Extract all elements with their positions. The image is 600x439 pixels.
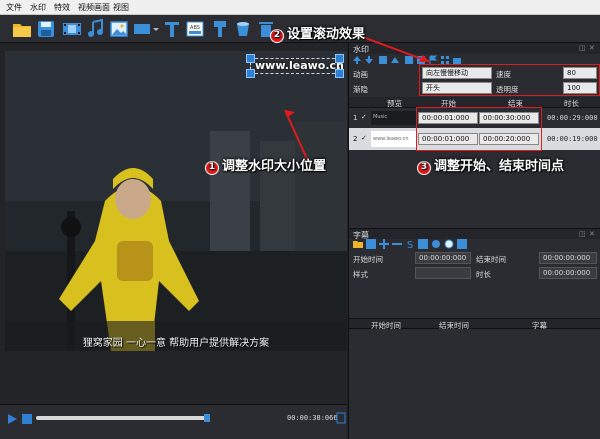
row-index: 1 <box>353 114 358 122</box>
svg-text:ABS: ABS <box>190 25 200 31</box>
add-icon[interactable] <box>379 239 389 249</box>
row-thumbnail: Music <box>371 111 417 125</box>
sub-end-label: 结束时间 <box>476 255 506 264</box>
brush-icon[interactable] <box>210 19 230 39</box>
folder-icon[interactable] <box>12 19 32 39</box>
sub-start-input[interactable]: 00:00:00:000 <box>415 252 471 264</box>
sub-duration-input[interactable]: 00:00:00:000 <box>539 267 597 279</box>
col-preview: 预览 <box>387 99 402 108</box>
menu-view[interactable]: 视图 <box>113 2 129 13</box>
menu-effects[interactable]: 特效 <box>54 2 70 13</box>
sub-end-input[interactable]: 00:00:00:000 <box>539 252 597 264</box>
row-checkbox[interactable]: ✓ <box>361 113 367 121</box>
font-icon[interactable] <box>418 239 428 249</box>
callout-1: 1 调整水印大小位置 <box>205 155 326 175</box>
ease-label: 渐隐 <box>353 85 368 94</box>
callout-2: 2 设置滚动效果 <box>270 23 365 43</box>
row-duration: 00:00:29:000 <box>547 114 598 122</box>
fullscreen-icon[interactable] <box>336 412 346 424</box>
row-checkbox[interactable]: ✓ <box>361 134 367 142</box>
import-icon[interactable] <box>457 239 467 249</box>
row-index: 2 <box>353 135 358 143</box>
video-frame-image <box>5 51 347 351</box>
video-preview[interactable]: www.leawo.cn 狸窝家园 一心一意 帮助用户提供解决方案 <box>5 51 347 351</box>
sub-style-select[interactable] <box>415 267 471 279</box>
resize-handle-bottom-right[interactable] <box>335 69 344 78</box>
bucket-icon[interactable] <box>233 19 253 39</box>
col-sub-text: 字幕 <box>532 321 547 330</box>
panel-close-icon[interactable]: ✕ <box>589 230 595 238</box>
remove-icon[interactable] <box>392 239 402 249</box>
highlight-box-scroll <box>419 64 600 96</box>
row-duration: 00:00:19:000 <box>547 135 598 143</box>
resize-handle-top-right[interactable] <box>335 54 344 63</box>
subtitle-panel-header: 字幕 ◫ ✕ <box>349 228 600 240</box>
stop-icon[interactable] <box>21 413 33 425</box>
panel-restore-icon[interactable]: ◫ <box>579 44 586 52</box>
menu-video[interactable]: 视频画面 <box>78 2 110 13</box>
menu-watermark[interactable]: 水印 <box>30 2 46 13</box>
col-duration: 时长 <box>564 99 579 108</box>
resize-handle-top-left[interactable] <box>246 54 255 63</box>
style-icon[interactable]: S <box>405 239 415 249</box>
watermark-text: www.leawo.cn <box>255 59 344 72</box>
music-icon[interactable] <box>86 19 106 39</box>
video-caption: 狸窝家园 一心一意 帮助用户提供解决方案 <box>82 338 270 349</box>
col-sub-start: 开始时间 <box>371 321 401 330</box>
callout-3: 3 调整开始、结束时间点 <box>417 155 564 175</box>
col-sub-end: 结束时间 <box>439 321 469 330</box>
text-icon[interactable] <box>162 19 182 39</box>
rectangle-icon[interactable] <box>132 19 160 39</box>
highlight-box-time <box>416 107 542 151</box>
folder-icon[interactable] <box>353 239 363 249</box>
anim-label: 动画 <box>353 70 368 79</box>
menu-bar: 文件 水印 特效 视频画面 视图 <box>0 0 600 15</box>
resize-handle-bottom-left[interactable] <box>246 69 255 78</box>
svg-text:S: S <box>407 240 413 249</box>
row-thumbnail: www.leawo.cn <box>371 131 417 147</box>
subtitle-icon[interactable]: ABS <box>185 19 205 39</box>
panel-close-icon[interactable]: ✕ <box>589 44 595 52</box>
image-icon[interactable] <box>109 19 129 39</box>
sub-duration-label: 时长 <box>476 270 491 279</box>
film-icon[interactable] <box>62 19 82 39</box>
settings-icon[interactable] <box>431 239 441 249</box>
right-panel: 水印 ◫ ✕ 动画 向左慢慢移动 速度 80 渐隐 开头 透明度 100 预览 … <box>348 43 600 439</box>
menu-file[interactable]: 文件 <box>6 2 22 13</box>
save-icon[interactable] <box>36 19 56 39</box>
progress-handle[interactable] <box>204 414 210 422</box>
playback-bar: 00:00:38:066 <box>0 404 347 439</box>
save-icon[interactable] <box>366 239 376 249</box>
progress-slider[interactable] <box>36 416 206 420</box>
play-icon[interactable] <box>6 413 18 425</box>
time-display: 00:00:38:066 <box>287 414 338 422</box>
subtitle-table-header: 开始时间 结束时间 字幕 <box>349 318 600 330</box>
clock-icon[interactable] <box>444 239 454 249</box>
sub-start-label: 开始时间 <box>353 255 383 264</box>
sub-style-label: 样式 <box>353 270 368 279</box>
panel-restore-icon[interactable]: ◫ <box>579 230 586 238</box>
